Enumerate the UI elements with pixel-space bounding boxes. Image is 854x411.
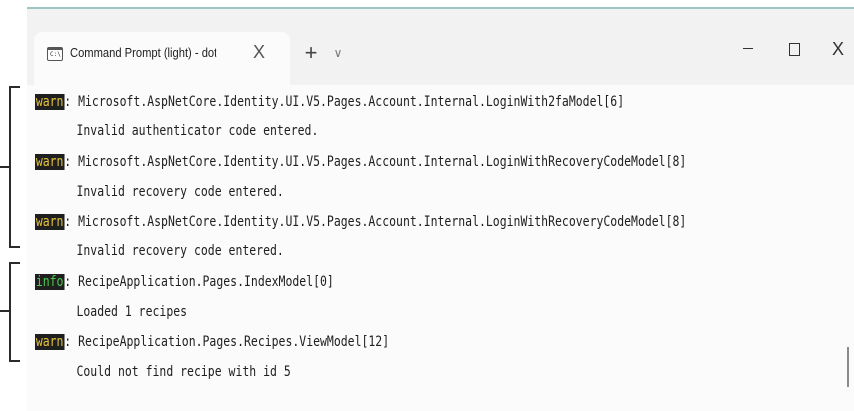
terminal-window: C:\ Command Prompt (light) - dot X + ∨ X… [27, 7, 854, 411]
log-source: Microsoft.AspNetCore.Identity.UI.V5.Page… [78, 154, 687, 170]
log-line: warn: RecipeApplication.Pages.Recipes.Vi… [35, 334, 390, 350]
title-bar: C:\ Command Prompt (light) - dot X + ∨ X [27, 9, 854, 85]
log-level-badge: warn [35, 214, 65, 230]
log-message-text: Could not find recipe with id 5 [76, 364, 291, 380]
log-message: Invalid recovery code entered. [35, 240, 284, 262]
maximize-button[interactable] [771, 34, 817, 64]
terminal-icon-glyph: C:\ [50, 51, 61, 58]
log-level-badge: info [35, 274, 65, 290]
log-line: warn: Microsoft.AspNetCore.Identity.UI.V… [35, 154, 687, 170]
close-tab-icon[interactable]: X [248, 40, 270, 64]
scrollbar-thumb[interactable] [847, 347, 849, 387]
bracket-group-1-stub [0, 166, 9, 168]
bracket-group-2 [9, 262, 20, 362]
log-line: info: RecipeApplication.Pages.IndexModel… [35, 274, 334, 290]
log-source: Microsoft.AspNetCore.Identity.UI.V5.Page… [78, 94, 625, 110]
log-source: Microsoft.AspNetCore.Identity.UI.V5.Page… [78, 214, 687, 230]
bracket-group-2-stub [0, 310, 9, 312]
log-message: Loaded 1 recipes [35, 301, 187, 323]
log-level-badge: warn [35, 334, 65, 350]
log-message: Invalid recovery code entered. [35, 181, 284, 203]
terminal-output[interactable]: warn: Microsoft.AspNetCore.Identity.UI.V… [27, 85, 854, 411]
log-message-text: Loaded 1 recipes [76, 304, 188, 320]
terminal-icon: C:\ [47, 47, 63, 61]
log-message: Invalid authenticator code entered. [35, 120, 318, 142]
log-source: RecipeApplication.Pages.IndexModel[0] [78, 274, 334, 290]
tab-title: Command Prompt (light) - dot [70, 45, 217, 60]
log-message-text: Invalid authenticator code entered. [76, 123, 319, 139]
minimize-button[interactable] [725, 34, 771, 64]
log-line: warn: Microsoft.AspNetCore.Identity.UI.V… [35, 94, 625, 110]
tab-command-prompt[interactable]: C:\ Command Prompt (light) - dot X [34, 32, 290, 85]
log-message-text: Invalid recovery code entered. [76, 243, 284, 259]
chevron-down-icon[interactable]: ∨ [329, 42, 347, 64]
log-message-text: Invalid recovery code entered. [76, 184, 284, 200]
bracket-group-1 [9, 86, 20, 248]
close-window-button[interactable]: X [815, 34, 854, 64]
log-message: Could not find recipe with id 5 [35, 361, 291, 383]
log-line: warn: Microsoft.AspNetCore.Identity.UI.V… [35, 214, 687, 230]
log-source: RecipeApplication.Pages.Recipes.ViewMode… [78, 334, 390, 350]
new-tab-icon[interactable]: + [299, 41, 323, 65]
log-level-badge: warn [35, 94, 65, 110]
log-level-badge: warn [35, 154, 65, 170]
